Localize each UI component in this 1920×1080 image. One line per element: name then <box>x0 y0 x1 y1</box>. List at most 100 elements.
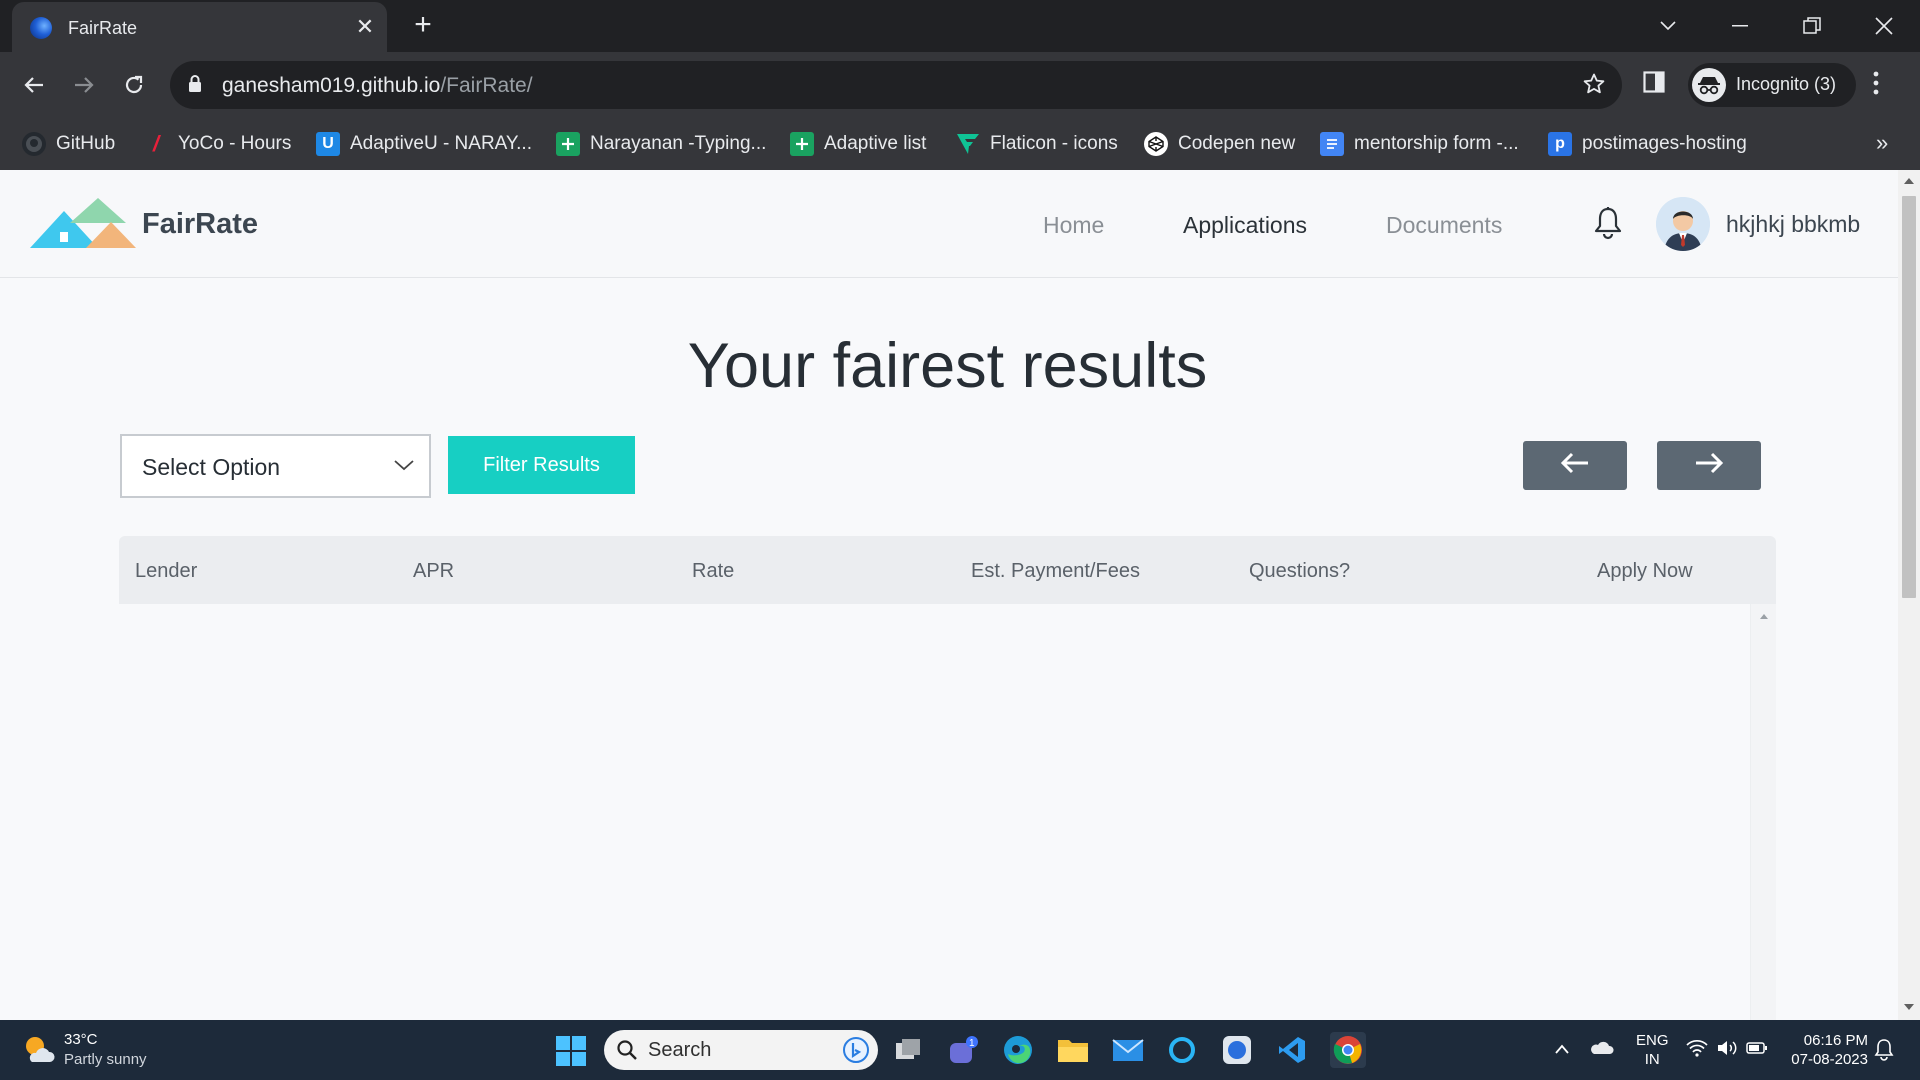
taskbar-search[interactable]: Search <box>604 1030 878 1070</box>
browser-tab[interactable]: FairRate ✕ <box>12 2 387 52</box>
tab-title: FairRate <box>68 18 138 38</box>
scroll-up-icon[interactable] <box>1903 176 1915 186</box>
incognito-icon <box>1692 68 1726 102</box>
fairrate-logo-icon[interactable] <box>30 198 136 253</box>
tab-strip: FairRate ✕ + <box>0 0 1920 52</box>
bookmark-label: Narayanan -Typing... <box>590 133 767 154</box>
previous-page-button[interactable] <box>1523 441 1627 490</box>
cortana-icon[interactable] <box>1164 1032 1200 1068</box>
bookmark-github[interactable]: GitHub <box>22 130 115 158</box>
next-page-button[interactable] <box>1657 441 1761 490</box>
forward-icon[interactable] <box>64 65 104 105</box>
tab-search-icon[interactable] <box>1646 8 1690 44</box>
close-tab-icon[interactable]: ✕ <box>350 12 380 42</box>
option-select[interactable]: Select Option <box>120 434 431 498</box>
github-icon <box>22 132 46 156</box>
region-code: IN <box>1644 1051 1660 1068</box>
bookmark-adaptiveu[interactable]: U AdaptiveU - NARAY... <box>316 130 532 158</box>
column-header-rate: Rate <box>692 560 735 582</box>
address-bar[interactable]: ganesham019.github.io/FairRate/ <box>170 61 1622 109</box>
more-bookmarks-icon[interactable]: » <box>1876 130 1888 156</box>
weather-temperature[interactable]: 33°C <box>64 1031 98 1048</box>
file-explorer-icon[interactable] <box>1055 1032 1091 1068</box>
chevron-down-icon <box>393 458 415 477</box>
minimize-icon[interactable] <box>1718 8 1762 44</box>
user-name[interactable]: hkjhkj bbkmb <box>1726 211 1860 238</box>
teams-icon[interactable]: 1 <box>946 1032 982 1068</box>
nav-home[interactable]: Home <box>1043 212 1104 239</box>
restore-icon[interactable] <box>1790 8 1834 44</box>
url-text: ganesham019.github.io/FairRate/ <box>222 74 533 98</box>
search-placeholder: Search <box>648 1039 712 1061</box>
chrome-app-icon[interactable] <box>1219 1032 1255 1068</box>
bookmark-adaptive-list[interactable]: Adaptive list <box>790 130 926 158</box>
bookmark-label: postimages-hosting <box>1582 133 1747 154</box>
bookmark-label: AdaptiveU - NARAY... <box>350 133 532 154</box>
edge-icon[interactable] <box>1000 1032 1036 1068</box>
url-path: /FairRate/ <box>440 74 533 97</box>
select-value: Select Option <box>142 454 281 480</box>
bookmark-flaticon[interactable]: Flaticon - icons <box>956 130 1118 158</box>
column-header-lender: Lender <box>135 560 198 582</box>
weather-partly-sunny-icon[interactable] <box>22 1034 56 1064</box>
web-page: FairRate Home Applications Documents hkj… <box>0 170 1898 1020</box>
scroll-down-icon[interactable] <box>1903 1002 1915 1012</box>
weather-description[interactable]: Partly sunny <box>64 1051 147 1068</box>
url-host: ganesham019.github.io <box>222 74 441 97</box>
bookmark-label: YoCo - Hours <box>178 133 292 154</box>
sheets-icon <box>556 132 580 156</box>
browser-menu-icon[interactable] <box>1872 70 1880 101</box>
nav-documents[interactable]: Documents <box>1386 212 1502 239</box>
volume-icon[interactable] <box>1716 1039 1738 1062</box>
codepen-icon <box>1144 132 1168 156</box>
brand-name[interactable]: FairRate <box>142 208 258 241</box>
bookmark-label: GitHub <box>56 133 116 154</box>
column-header-questions: Questions? <box>1249 560 1351 582</box>
scroll-up-icon[interactable] <box>1751 604 1777 624</box>
clock[interactable]: 06:16 PM 07-08-2023 <box>1780 1031 1868 1069</box>
bing-icon[interactable] <box>842 1036 870 1069</box>
show-hidden-icons-icon[interactable] <box>1554 1042 1570 1060</box>
reload-icon[interactable] <box>114 65 154 105</box>
page-title: Your fairest results <box>687 331 1208 401</box>
onedrive-icon[interactable] <box>1590 1039 1614 1060</box>
bookmark-narayanan-typing[interactable]: Narayanan -Typing... <box>556 130 766 158</box>
clock-date: 07-08-2023 <box>1791 1051 1868 1068</box>
side-panel-icon[interactable] <box>1643 71 1665 98</box>
bookmark-label: mentorship form -... <box>1354 133 1519 154</box>
scrollbar-thumb[interactable] <box>1902 196 1916 598</box>
wifi-icon[interactable] <box>1686 1039 1708 1062</box>
user-avatar[interactable] <box>1656 197 1710 251</box>
bookmark-star-icon[interactable] <box>1582 72 1606 101</box>
table-scrollbar[interactable] <box>1750 604 1776 1020</box>
battery-icon[interactable] <box>1746 1040 1768 1061</box>
search-icon <box>616 1039 638 1066</box>
filter-results-button[interactable]: Filter Results <box>448 436 635 494</box>
nav-applications[interactable]: Applications <box>1183 212 1307 239</box>
bookmark-mentorship-form[interactable]: mentorship form -... <box>1320 130 1519 158</box>
flaticon-icon <box>956 132 980 156</box>
language-code: ENG <box>1636 1032 1669 1049</box>
back-icon[interactable] <box>14 65 54 105</box>
windows-start-icon[interactable] <box>556 1036 586 1066</box>
docs-icon <box>1320 132 1344 156</box>
column-header-est-payment: Est. Payment/Fees <box>971 560 1140 582</box>
site-favicon-icon <box>30 17 52 39</box>
bookmark-postimages[interactable]: p postimages-hosting <box>1548 130 1747 158</box>
page-scrollbar[interactable] <box>1898 170 1920 1020</box>
mail-icon[interactable] <box>1110 1032 1146 1068</box>
task-view-icon[interactable] <box>890 1032 926 1068</box>
lock-icon[interactable] <box>188 75 202 98</box>
notifications-icon[interactable] <box>1874 1037 1894 1066</box>
profile-incognito-button[interactable]: Incognito (3) <box>1688 63 1856 107</box>
new-tab-icon[interactable]: + <box>406 9 440 43</box>
input-language[interactable]: ENG IN <box>1636 1031 1669 1069</box>
notification-bell-icon[interactable] <box>1593 206 1623 245</box>
vscode-icon[interactable] <box>1274 1032 1310 1068</box>
browser-toolbar: ganesham019.github.io/FairRate/ Incognit… <box>0 52 1920 118</box>
bookmark-codepen[interactable]: Codepen new <box>1144 130 1295 158</box>
bookmark-yoco[interactable]: / YoCo - Hours <box>144 130 291 158</box>
chrome-active-icon[interactable] <box>1330 1032 1366 1068</box>
table-body <box>119 604 1776 1020</box>
close-window-icon[interactable] <box>1862 8 1906 44</box>
